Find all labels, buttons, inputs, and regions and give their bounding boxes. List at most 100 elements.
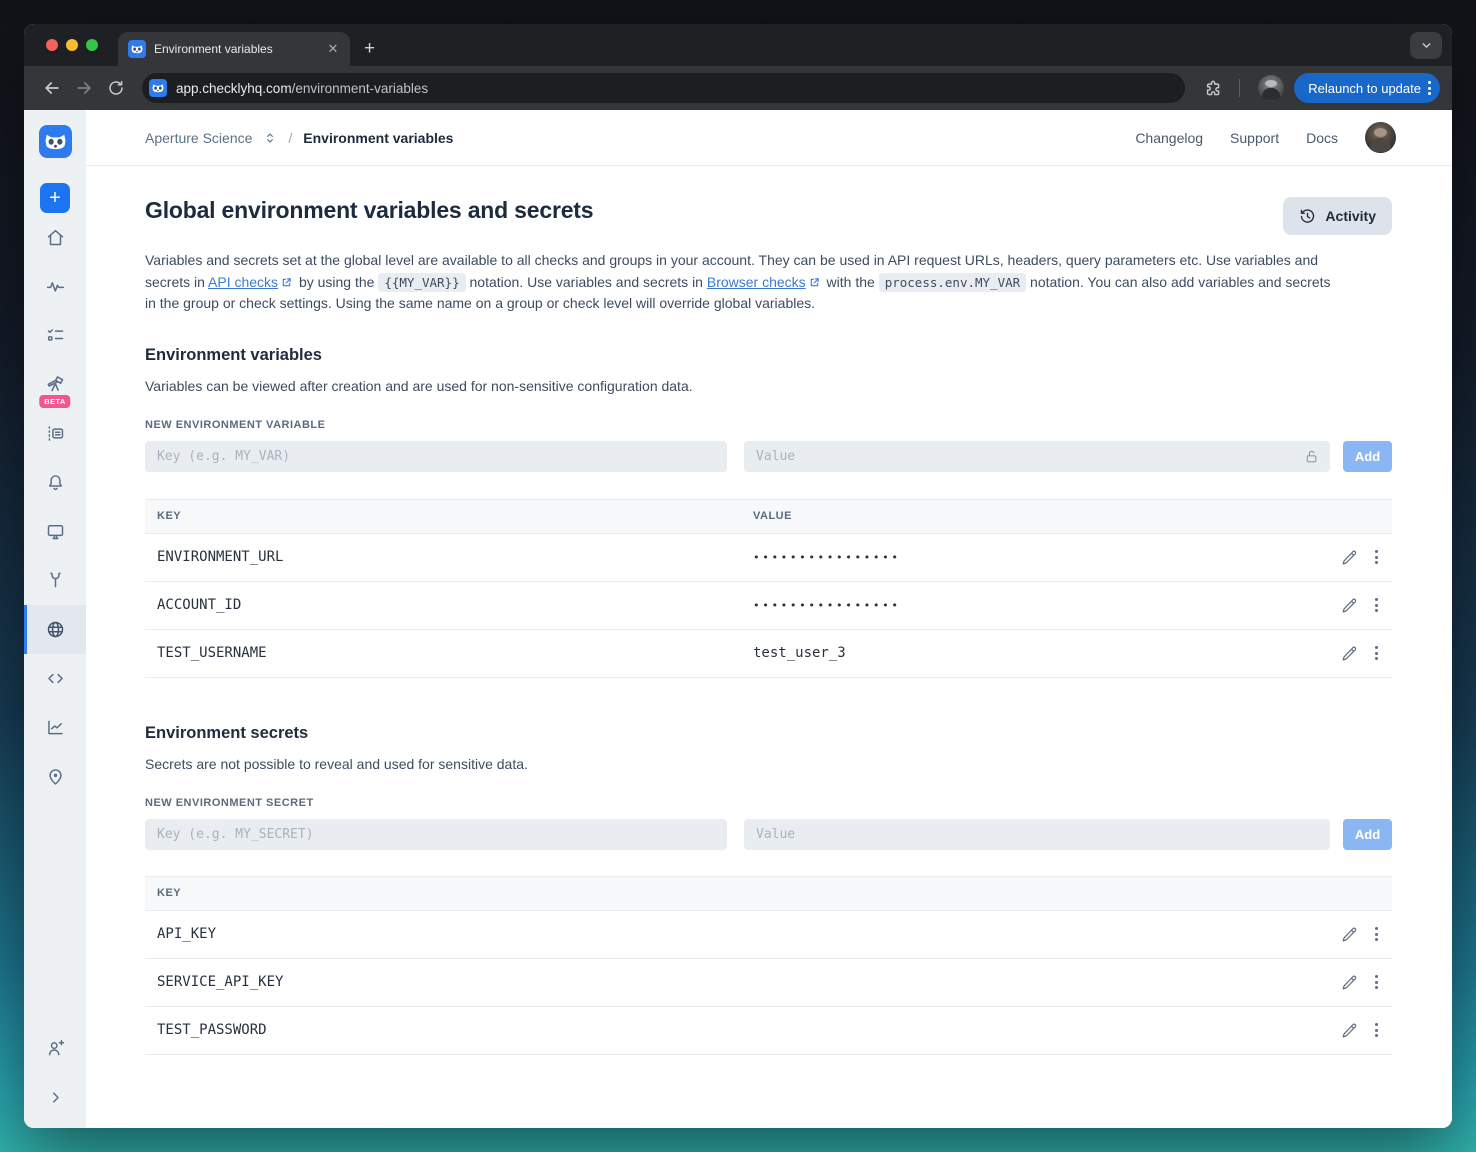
- code-snippet: {{MY_VAR}}: [378, 272, 466, 292]
- sidebar-item-invite-user[interactable]: [24, 1024, 86, 1073]
- back-button[interactable]: [38, 74, 66, 102]
- checkly-logo-icon[interactable]: [38, 125, 72, 158]
- table-row: TEST_PASSWORD: [145, 1007, 1392, 1055]
- sidebar-item-detect[interactable]: BETA: [24, 360, 86, 409]
- account-switcher-caret-icon[interactable]: [263, 131, 277, 145]
- variables-section: Environment variables Variables can be v…: [145, 346, 1392, 678]
- variable-value-input[interactable]: [744, 440, 1330, 472]
- chevron-right-icon: [52, 1092, 59, 1103]
- value-column-header: VALUE: [753, 510, 792, 522]
- sidebar-item-maintenance[interactable]: [24, 556, 86, 605]
- key-column-header: KEY: [157, 510, 182, 522]
- new-secret-label: NEW ENVIRONMENT SECRET: [145, 796, 314, 809]
- secret-value-input[interactable]: [744, 818, 1330, 850]
- external-link-icon: [809, 277, 820, 288]
- sidebar-item-dashboards[interactable]: [24, 507, 86, 556]
- url-bar[interactable]: app.checklyhq.com/environment-variables: [142, 73, 1186, 103]
- secret-key-input[interactable]: [145, 818, 727, 850]
- sidebar-item-private-locations[interactable]: [24, 752, 86, 801]
- intro-link[interactable]: API checks: [208, 274, 278, 290]
- secrets-table: KEY API_KEY SERVICE_API_KEY TEST_PASSWOR…: [145, 875, 1392, 1055]
- relaunch-to-update-button[interactable]: Relaunch to update: [1294, 73, 1440, 103]
- edit-pencil-icon[interactable]: [1341, 926, 1358, 943]
- variable-value: ••••••••••••••••: [753, 598, 901, 612]
- sidebar-item-analytics[interactable]: [24, 703, 86, 752]
- kebab-menu-icon[interactable]: [1375, 646, 1378, 660]
- secrets-heading: Environment secrets: [145, 723, 309, 742]
- activity-label: Activity: [1325, 208, 1376, 224]
- code-icon: [47, 673, 63, 684]
- table-row: ENVIRONMENT_URL ••••••••••••••••: [145, 534, 1392, 582]
- edit-pencil-icon[interactable]: [1341, 1022, 1358, 1039]
- sidebar-collapse-button[interactable]: [24, 1073, 86, 1122]
- window-controls: [46, 39, 98, 51]
- row-actions: [1341, 645, 1380, 662]
- user-avatar[interactable]: [1365, 122, 1396, 153]
- relaunch-menu-icon[interactable]: [1428, 81, 1431, 95]
- changelog-link[interactable]: Changelog: [1135, 130, 1203, 146]
- tab-title: Environment variables: [154, 42, 273, 56]
- minimize-window-button[interactable]: [66, 39, 78, 51]
- checkly-app: + BETA Aperture Science / Environment va…: [24, 110, 1452, 1128]
- edit-pencil-icon[interactable]: [1341, 974, 1358, 991]
- activity-button[interactable]: Activity: [1283, 197, 1392, 235]
- tab-close-icon[interactable]: ✕: [324, 40, 342, 58]
- row-actions: [1341, 1022, 1380, 1039]
- forward-button[interactable]: [70, 74, 98, 102]
- new-secret-form: Add: [145, 818, 1392, 850]
- code-snippet: process.env.MY_VAR: [878, 272, 1027, 292]
- add-secret-button[interactable]: Add: [1343, 818, 1392, 850]
- browser-profile-avatar[interactable]: [1258, 75, 1285, 101]
- intro-link[interactable]: Browser checks: [707, 274, 806, 290]
- edit-pencil-icon[interactable]: [1341, 597, 1358, 614]
- sidebar-item-checks[interactable]: [24, 311, 86, 360]
- sidebar-item-test-sessions[interactable]: [24, 409, 86, 458]
- url-text: app.checklyhq.com/environment-variables: [176, 81, 428, 96]
- extensions-puzzle-icon[interactable]: [1199, 74, 1227, 102]
- breadcrumb: Aperture Science / Environment variables: [145, 130, 453, 146]
- main-area: Aperture Science / Environment variables…: [86, 110, 1452, 1128]
- row-actions: [1341, 926, 1380, 943]
- create-new-button[interactable]: +: [40, 183, 70, 213]
- sidebar-item-alerts[interactable]: [24, 458, 86, 507]
- table-row: ACCOUNT_ID ••••••••••••••••: [145, 582, 1392, 630]
- variable-key: ACCOUNT_ID: [157, 597, 242, 613]
- tab-overflow-button[interactable]: [1410, 32, 1442, 59]
- edit-pencil-icon[interactable]: [1341, 549, 1358, 566]
- external-link-icon: [281, 277, 292, 288]
- sidebar-item-monitoring[interactable]: [24, 262, 86, 311]
- edit-pencil-icon[interactable]: [1341, 645, 1358, 662]
- variable-key: TEST_USERNAME: [157, 645, 267, 661]
- new-variable-label: NEW ENVIRONMENT VARIABLE: [145, 418, 326, 431]
- new-tab-button[interactable]: +: [364, 39, 375, 58]
- variables-description: Variables can be viewed after creation a…: [145, 377, 693, 394]
- url-path: /environment-variables: [291, 80, 429, 96]
- chevron-down-icon: [1422, 43, 1430, 48]
- checklist-icon: [47, 329, 63, 341]
- kebab-menu-icon[interactable]: [1375, 550, 1378, 564]
- reload-button[interactable]: [102, 74, 130, 102]
- sidebar-item-environment-variables[interactable]: [24, 605, 86, 654]
- close-window-button[interactable]: [46, 39, 58, 51]
- sidebar-item-snippets[interactable]: [24, 654, 86, 703]
- relaunch-label: Relaunch to update: [1308, 80, 1421, 96]
- secret-key: API_KEY: [157, 926, 217, 942]
- kebab-menu-icon[interactable]: [1375, 975, 1378, 989]
- kebab-menu-icon[interactable]: [1375, 927, 1378, 941]
- variable-key-input[interactable]: [145, 440, 727, 472]
- browser-tab[interactable]: Environment variables ✕: [118, 32, 350, 66]
- header-links: Changelog Support Docs: [1135, 122, 1396, 153]
- page-content: Global environment variables and secrets…: [86, 166, 1452, 1128]
- add-variable-button[interactable]: Add: [1343, 440, 1392, 472]
- kebab-menu-icon[interactable]: [1375, 598, 1378, 612]
- browser-toolbar: app.checklyhq.com/environment-variables …: [24, 66, 1452, 110]
- variables-heading: Environment variables: [145, 345, 322, 364]
- account-switcher[interactable]: Aperture Science: [145, 130, 252, 146]
- monitor-icon: [47, 524, 63, 540]
- zoom-window-button[interactable]: [86, 39, 98, 51]
- support-link[interactable]: Support: [1230, 130, 1279, 146]
- docs-link[interactable]: Docs: [1306, 130, 1338, 146]
- sidebar-item-home[interactable]: [24, 213, 86, 262]
- kebab-menu-icon[interactable]: [1375, 1023, 1378, 1037]
- bell-icon: [48, 475, 62, 491]
